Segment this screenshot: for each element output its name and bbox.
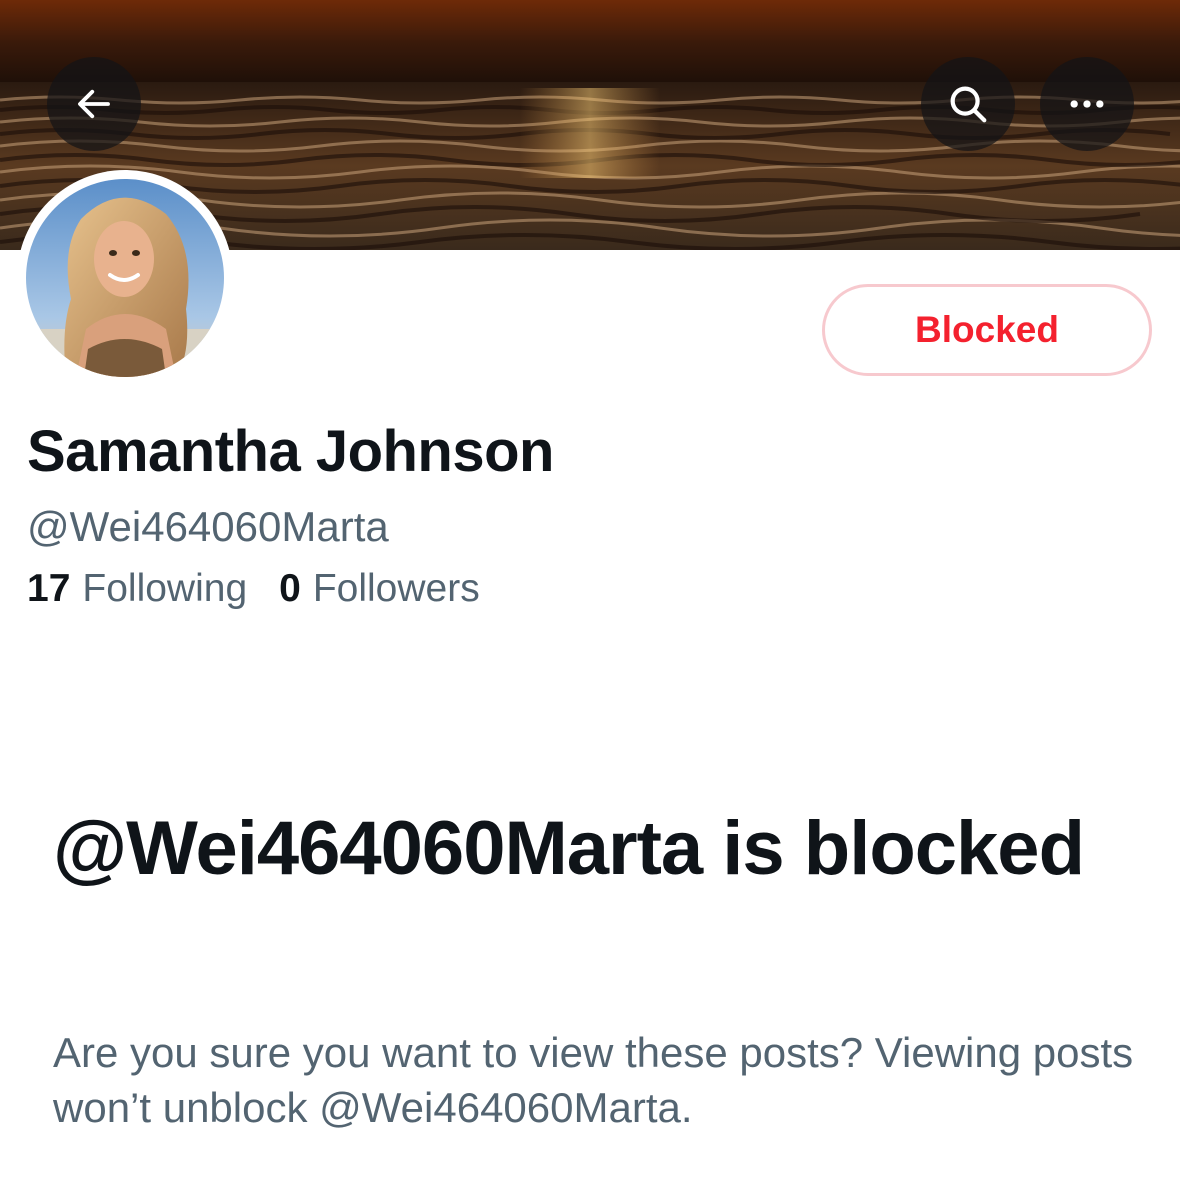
search-icon <box>950 86 987 123</box>
blocked-button[interactable]: Blocked <box>822 284 1152 376</box>
more-options-button[interactable] <box>1040 57 1134 151</box>
blocked-heading: @Wei464060Marta is blocked <box>53 806 1085 891</box>
more-horizontal-icon <box>1070 100 1104 108</box>
followers-label: Followers <box>312 567 480 610</box>
back-button[interactable] <box>47 57 141 151</box>
profile-stats: 17 Following 0 Followers <box>27 567 480 611</box>
following-label: Following <box>82 567 248 610</box>
display-name: Samantha Johnson <box>27 419 554 484</box>
followers-count: 0 <box>279 567 301 610</box>
following-link[interactable]: 17 Following <box>27 567 247 611</box>
profile-avatar[interactable] <box>17 170 233 386</box>
blocked-description: Are you sure you want to view these post… <box>53 1029 1134 1131</box>
avatar-image <box>26 179 224 377</box>
following-count: 17 <box>27 567 71 610</box>
arrow-left-icon <box>78 89 110 119</box>
user-handle: @Wei464060Marta <box>27 503 389 550</box>
followers-link[interactable]: 0 Followers <box>279 567 480 611</box>
search-button[interactable] <box>921 57 1015 151</box>
